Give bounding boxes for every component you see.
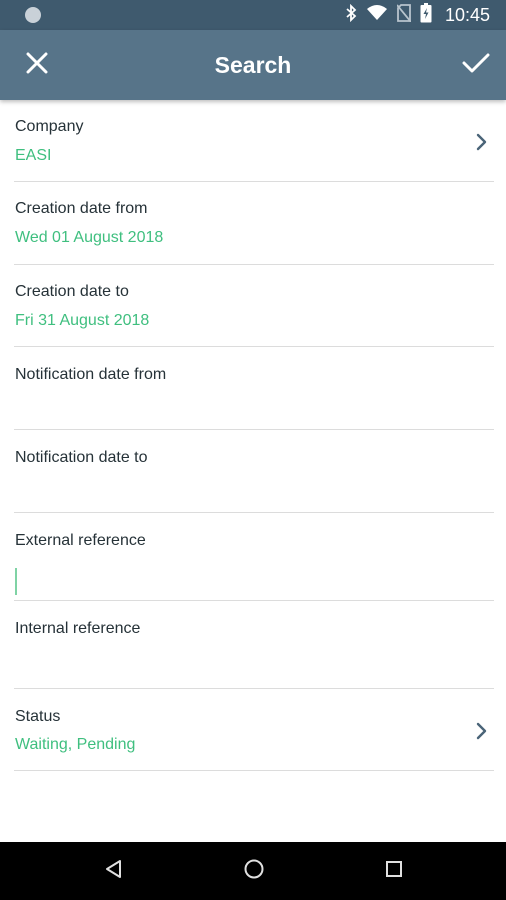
notification-date-to-label: Notification date to [15,449,148,466]
clock: 10:45 [444,4,490,25]
bluetooth-icon [345,3,357,27]
back-triangle-icon [104,859,124,884]
status-label: Status [15,708,61,725]
company-field[interactable]: Company EASI [14,100,494,182]
status-icons: 10:45 [345,0,490,30]
confirm-button[interactable] [452,41,500,89]
app-bar: Search [0,30,506,100]
text-cursor [15,568,17,595]
recents-square-icon [385,860,403,883]
status-bar: 10:45 [0,0,506,30]
creation-date-to-value: Fri 31 August 2018 [15,312,150,329]
chevron-right-icon [474,721,488,741]
creation-date-to-label: Creation date to [15,283,129,300]
no-sim-icon [396,3,412,27]
company-label: Company [15,118,84,135]
nav-recents-button[interactable] [379,856,409,886]
system-nav-bar [0,842,506,900]
external-reference-field[interactable]: External reference [14,513,494,601]
creation-date-from-value: Wed 01 August 2018 [15,229,164,246]
nav-home-button[interactable] [239,856,269,886]
notification-dot-icon [25,7,41,23]
wifi-icon [366,4,388,26]
page-title: Search [214,52,292,78]
creation-date-to-field[interactable]: Creation date to Fri 31 August 2018 [14,265,494,347]
status-field[interactable]: Status Waiting, Pending [14,689,494,771]
creation-date-from-label: Creation date from [15,200,148,217]
company-value: EASI [15,147,52,164]
search-form: Company EASI Creation date from Wed 01 A… [0,100,506,771]
notification-date-from-field[interactable]: Notification date from [14,347,494,430]
external-reference-label: External reference [15,532,146,549]
check-icon [462,52,490,79]
home-circle-icon [243,858,265,885]
nav-back-button[interactable] [99,856,129,886]
battery-icon [420,2,432,28]
chevron-right-icon [474,132,488,152]
status-value: Waiting, Pending [15,736,136,753]
internal-reference-field[interactable]: Internal reference [14,601,494,689]
creation-date-from-field[interactable]: Creation date from Wed 01 August 2018 [14,182,494,265]
notification-date-to-field[interactable]: Notification date to [14,430,494,513]
notification-date-from-label: Notification date from [15,366,167,383]
internal-reference-label: Internal reference [15,620,141,637]
